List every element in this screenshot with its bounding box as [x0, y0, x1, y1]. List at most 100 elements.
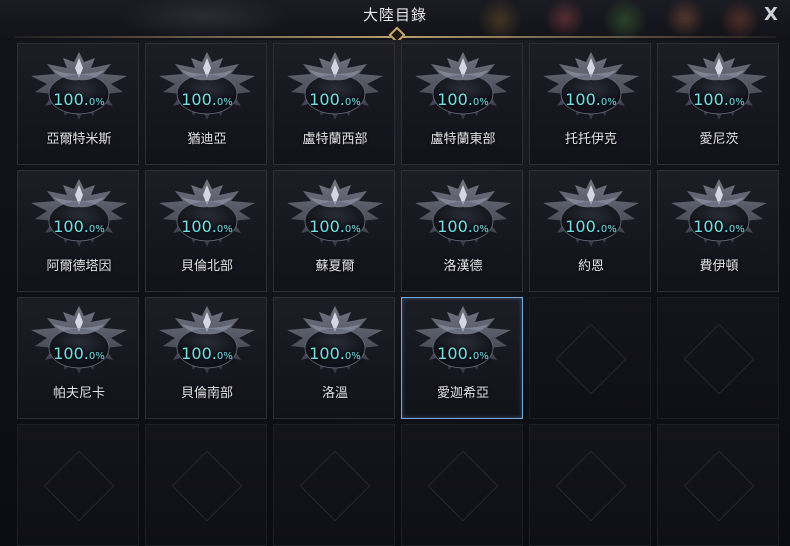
- continent-emblem-icon: [159, 306, 255, 374]
- empty-slot-mark: [555, 323, 627, 395]
- continent-name: 洛漢德: [443, 259, 483, 274]
- completion-percent-suffix: 0%: [728, 97, 745, 108]
- continent-slot[interactable]: 100.0% 愛尼茨: [657, 43, 779, 165]
- continent-slot[interactable]: 100.0% 洛溫: [273, 297, 395, 419]
- continent-emblem-icon: [415, 306, 511, 374]
- continent-emblem-icon: [287, 179, 383, 247]
- completion-percent: 100.0%: [18, 90, 138, 109]
- completion-percent-value: 100.: [693, 90, 729, 109]
- completion-percent-suffix: 0%: [344, 351, 361, 362]
- continent-name: 費伊頓: [699, 259, 739, 274]
- continent-emblem-icon: [31, 52, 127, 120]
- completion-percent-value: 100.: [181, 90, 217, 109]
- continent-slot[interactable]: 100.0% 帕夫尼卡: [17, 297, 139, 419]
- continent-emblem-icon: [287, 306, 383, 374]
- completion-percent: 100.0%: [146, 90, 266, 109]
- completion-percent-value: 100.: [565, 90, 601, 109]
- completion-percent-suffix: 0%: [472, 224, 489, 235]
- title-bar: 大陸目錄 X: [0, 0, 790, 40]
- continent-name: 洛溫: [321, 386, 348, 401]
- continent-emblem-icon: [543, 179, 639, 247]
- continent-emblem-icon: [31, 306, 127, 374]
- completion-percent-suffix: 0%: [216, 351, 233, 362]
- completion-percent: 100.0%: [530, 217, 650, 236]
- completion-percent-value: 100.: [53, 217, 89, 236]
- completion-percent-suffix: 0%: [88, 224, 105, 235]
- completion-percent-suffix: 0%: [728, 224, 745, 235]
- completion-percent: 100.0%: [274, 90, 394, 109]
- continent-slot[interactable]: 100.0% 洛漢德: [401, 170, 523, 292]
- empty-slot-mark: [299, 450, 371, 522]
- continent-slot[interactable]: 100.0% 約恩: [529, 170, 651, 292]
- continent-name: 貝倫北部: [180, 259, 233, 274]
- continent-name: 帕夫尼卡: [52, 386, 105, 401]
- empty-slot-mark: [683, 323, 755, 395]
- continent-slot[interactable]: 100.0% 盧特蘭西部: [273, 43, 395, 165]
- completion-percent: 100.0%: [402, 217, 522, 236]
- continent-emblem-icon: [671, 52, 767, 120]
- completion-percent-suffix: 0%: [472, 97, 489, 108]
- continent-name: 盧特蘭西部: [302, 132, 368, 147]
- continent-name: 阿爾德塔因: [46, 259, 112, 274]
- continent-name: 盧特蘭東部: [430, 132, 496, 147]
- empty-slot: [657, 297, 779, 419]
- continent-name: 愛迦希亞: [436, 386, 489, 401]
- completion-percent-value: 100.: [693, 217, 729, 236]
- completion-percent: 100.0%: [274, 217, 394, 236]
- completion-percent: 100.0%: [658, 217, 778, 236]
- completion-percent: 100.0%: [530, 90, 650, 109]
- completion-percent-value: 100.: [309, 90, 345, 109]
- continent-slot[interactable]: 100.0% 愛迦希亞: [401, 297, 523, 419]
- continent-slot[interactable]: 100.0% 蘇夏爾: [273, 170, 395, 292]
- completion-percent-suffix: 0%: [216, 97, 233, 108]
- completion-percent-value: 100.: [437, 90, 473, 109]
- completion-percent-value: 100.: [53, 344, 89, 363]
- continent-emblem-icon: [415, 179, 511, 247]
- continent-slot[interactable]: 100.0% 費伊頓: [657, 170, 779, 292]
- completion-percent: 100.0%: [274, 344, 394, 363]
- empty-slot: [529, 297, 651, 419]
- completion-percent: 100.0%: [402, 90, 522, 109]
- continent-name: 貝倫南部: [180, 386, 233, 401]
- continent-catalog-window: 大陸目錄 X 100.0% 亞爾特米斯 100.0% 猶迪亞 100.0% 盧特蘭西部 10…: [0, 0, 790, 546]
- empty-slot: [401, 424, 523, 546]
- completion-percent-suffix: 0%: [600, 97, 617, 108]
- window-title: 大陸目錄: [362, 6, 427, 24]
- continent-slot[interactable]: 100.0% 貝倫北部: [145, 170, 267, 292]
- continent-slot[interactable]: 100.0% 盧特蘭東部: [401, 43, 523, 165]
- completion-percent-value: 100.: [437, 217, 473, 236]
- continent-name: 亞爾特米斯: [46, 132, 112, 147]
- continent-emblem-icon: [159, 179, 255, 247]
- continent-emblem-icon: [543, 52, 639, 120]
- continent-slot[interactable]: 100.0% 猶迪亞: [145, 43, 267, 165]
- continent-slot[interactable]: 100.0% 阿爾德塔因: [17, 170, 139, 292]
- completion-percent-suffix: 0%: [88, 97, 105, 108]
- completion-percent-suffix: 0%: [344, 97, 361, 108]
- empty-slot: [145, 424, 267, 546]
- completion-percent: 100.0%: [18, 344, 138, 363]
- empty-slot-mark: [427, 450, 499, 522]
- continent-slot[interactable]: 100.0% 貝倫南部: [145, 297, 267, 419]
- completion-percent: 100.0%: [146, 344, 266, 363]
- completion-percent: 100.0%: [402, 344, 522, 363]
- continent-name: 愛尼茨: [699, 132, 739, 147]
- completion-percent: 100.0%: [18, 217, 138, 236]
- completion-percent-value: 100.: [181, 217, 217, 236]
- completion-percent-value: 100.: [309, 344, 345, 363]
- continent-emblem-icon: [287, 52, 383, 120]
- completion-percent-value: 100.: [565, 217, 601, 236]
- continent-slot[interactable]: 100.0% 亞爾特米斯: [17, 43, 139, 165]
- continent-name: 托托伊克: [564, 132, 617, 147]
- close-button[interactable]: X: [760, 4, 782, 26]
- completion-percent: 100.0%: [658, 90, 778, 109]
- empty-slot: [273, 424, 395, 546]
- continent-slot[interactable]: 100.0% 托托伊克: [529, 43, 651, 165]
- completion-percent-suffix: 0%: [600, 224, 617, 235]
- empty-slot: [529, 424, 651, 546]
- continent-emblem-icon: [415, 52, 511, 120]
- continent-emblem-icon: [31, 179, 127, 247]
- completion-percent: 100.0%: [146, 217, 266, 236]
- completion-percent-suffix: 0%: [216, 224, 233, 235]
- completion-percent-value: 100.: [53, 90, 89, 109]
- completion-percent-suffix: 0%: [472, 351, 489, 362]
